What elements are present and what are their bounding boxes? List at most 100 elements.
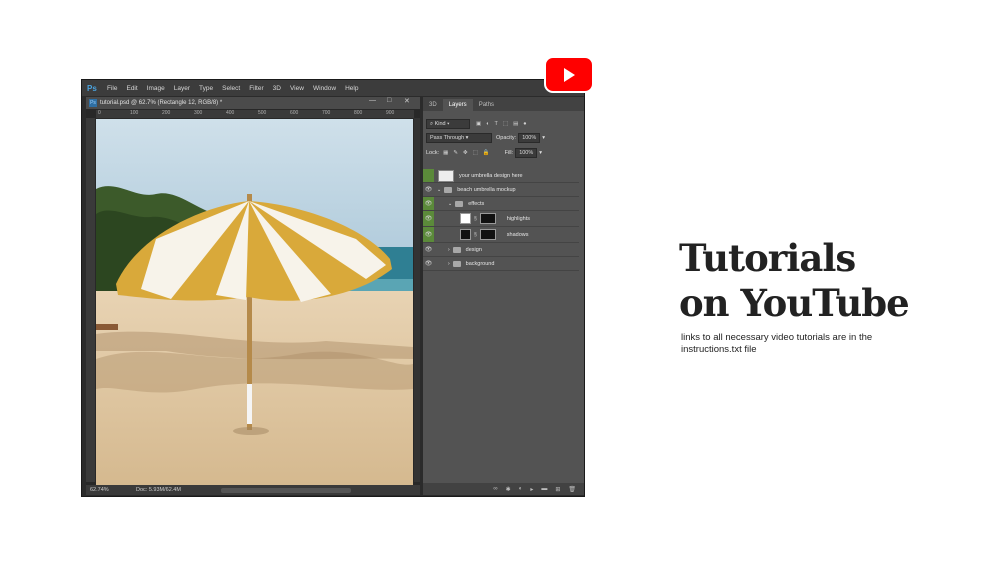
beach-umbrella-image [96, 119, 413, 485]
beach-umbrella-canvas[interactable] [96, 119, 413, 485]
tab-paths[interactable]: Paths [473, 99, 500, 111]
lock-row: Lock: ▦✎✥⬚🔒 Fill: 100% ▾ [426, 148, 542, 158]
eye-icon[interactable]: 👁 [423, 197, 434, 210]
layer-row[interactable]: 👁 › background [423, 257, 579, 271]
status-bar: 62.74% Doc: 5.93M/62.4M [86, 485, 420, 495]
layers-list: your umbrella design here 👁 ⌄ beach umbr… [423, 169, 579, 271]
menu-view[interactable]: View [290, 85, 304, 92]
menu-filter[interactable]: Filter [249, 85, 263, 92]
chevron-down-icon[interactable]: ⌄ [448, 201, 452, 207]
panel-tabs: 3D Layers Paths [423, 97, 584, 111]
opacity-field[interactable]: 100% [518, 133, 541, 143]
chevron-down-icon[interactable]: ⌄ [437, 187, 441, 193]
panel-footer: ∞ ✱ ◐ ▸ ▬ ⊞ 🗑 [423, 483, 584, 495]
folder-icon [444, 186, 453, 193]
document-area: Ps tutorial.psd @ 62.7% (Rectangle 12, R… [86, 97, 420, 495]
document-tab[interactable]: Ps tutorial.psd @ 62.7% (Rectangle 12, R… [86, 97, 420, 109]
trash-icon[interactable]: 🗑 [568, 486, 576, 493]
new-group-icon[interactable]: ▬ [541, 486, 547, 492]
play-icon [564, 67, 575, 82]
ruler-tick: 100 [130, 110, 139, 116]
visibility-toggle[interactable] [423, 169, 434, 182]
minimize-button[interactable]: — [369, 97, 376, 104]
eye-icon[interactable]: 👁 [423, 227, 434, 242]
blend-mode-select[interactable]: Pass Through ▾ [426, 133, 492, 143]
layer-name: your umbrella design here [459, 172, 523, 179]
blend-row: Pass Through ▾ Opacity: 100% ▾ [426, 133, 545, 143]
document-title: tutorial.psd @ 62.7% (Rectangle 12, RGB/… [100, 100, 223, 106]
folder-icon [455, 200, 464, 207]
layer-name: effects [468, 200, 485, 207]
filter-icons[interactable]: ▣◐T⬚▤● [476, 121, 532, 127]
ruler-tick: 600 [290, 110, 299, 116]
layer-name: background [465, 260, 495, 267]
menu-select[interactable]: Select [222, 85, 240, 92]
eye-icon[interactable]: 👁 [423, 183, 434, 196]
tab-3d[interactable]: 3D [423, 99, 443, 111]
ruler-tick: 800 [354, 110, 363, 116]
menu-type[interactable]: Type [199, 85, 213, 92]
ruler-tick: 900 [386, 110, 395, 116]
menu-edit[interactable]: Edit [126, 85, 137, 92]
eye-icon[interactable]: 👁 [423, 257, 434, 270]
layer-name: design [465, 246, 482, 253]
close-button[interactable]: ✕ [404, 97, 410, 105]
link-icon: § [474, 231, 477, 238]
ruler-tick: 400 [226, 110, 235, 116]
chevron-right-icon[interactable]: › [448, 261, 450, 267]
folder-icon [452, 260, 461, 267]
chevron-right-icon[interactable]: › [448, 247, 450, 253]
menu-layer[interactable]: Layer [174, 85, 190, 92]
horizontal-ruler: 0 100 200 300 400 500 600 700 800 900 [96, 110, 414, 118]
headline-line-2: on YouTube [679, 281, 910, 325]
chevron-down-icon[interactable]: ▾ [542, 135, 545, 141]
folder-icon [452, 246, 461, 253]
layer-row[interactable]: your umbrella design here [423, 169, 579, 183]
kind-select[interactable]: ⌕ Kind ▾ [426, 119, 470, 129]
menu-window[interactable]: Window [313, 85, 336, 92]
photoshop-window: Ps File Edit Image Layer Type Select Fil… [81, 79, 585, 497]
layer-name: shadows [506, 231, 529, 238]
horizontal-scrollbar[interactable] [220, 487, 351, 493]
ruler-tick: 0 [98, 110, 101, 116]
ruler-tick: 300 [194, 110, 203, 116]
adjustment-icon[interactable]: ▸ [530, 486, 533, 493]
ruler-tick: 700 [322, 110, 331, 116]
ruler-tick: 200 [162, 110, 171, 116]
layer-name: highlights [506, 215, 531, 222]
link-layers-icon[interactable]: ∞ [493, 486, 497, 492]
eye-icon[interactable]: 👁 [423, 211, 434, 226]
layer-row[interactable]: 👁 ⌄ beach umbrella mockup [423, 183, 579, 197]
maximize-button[interactable]: □ [387, 97, 391, 104]
smart-object-thumbnail [438, 169, 454, 182]
lock-label: Lock: [426, 150, 440, 156]
ps-logo: Ps [87, 83, 97, 93]
tab-layers[interactable]: Layers [442, 99, 473, 111]
fx-icon[interactable]: ✱ [506, 486, 511, 493]
menu-file[interactable]: File [107, 85, 117, 92]
menu-bar: Ps File Edit Image Layer Type Select Fil… [82, 80, 584, 96]
eye-icon[interactable]: 👁 [423, 243, 434, 256]
promo-headline: Tutorials on YouTube [679, 236, 910, 326]
layer-row[interactable]: 👁 ⌄ effects [423, 197, 579, 211]
layer-row[interactable]: 👁 › design [423, 243, 579, 257]
youtube-logo-icon [544, 56, 594, 93]
mask-icon[interactable]: ◐ [519, 486, 523, 492]
menu-3d[interactable]: 3D [273, 85, 281, 92]
fill-label: Fill: [504, 150, 514, 156]
chevron-down-icon[interactable]: ▾ [539, 150, 542, 156]
vertical-ruler [86, 118, 95, 482]
ruler-tick: 500 [258, 110, 267, 116]
vertical-scrollbar[interactable] [414, 118, 420, 482]
lock-icons[interactable]: ▦✎✥⬚🔒 [443, 150, 494, 156]
fill-field[interactable]: 100% [515, 148, 538, 158]
doc-size: Doc: 5.93M/62.4M [136, 487, 181, 493]
filter-row: ⌕ Kind ▾ ▣◐T⬚▤● [426, 119, 532, 129]
headline-line-1: Tutorials [679, 236, 856, 280]
menu-help[interactable]: Help [345, 85, 358, 92]
menu-image[interactable]: Image [147, 85, 165, 92]
layer-thumbnail [460, 213, 471, 224]
new-layer-icon[interactable]: ⊞ [555, 486, 560, 493]
layer-row[interactable]: 👁 § shadows [423, 227, 579, 243]
layer-row[interactable]: 👁 § highlights [423, 211, 579, 227]
